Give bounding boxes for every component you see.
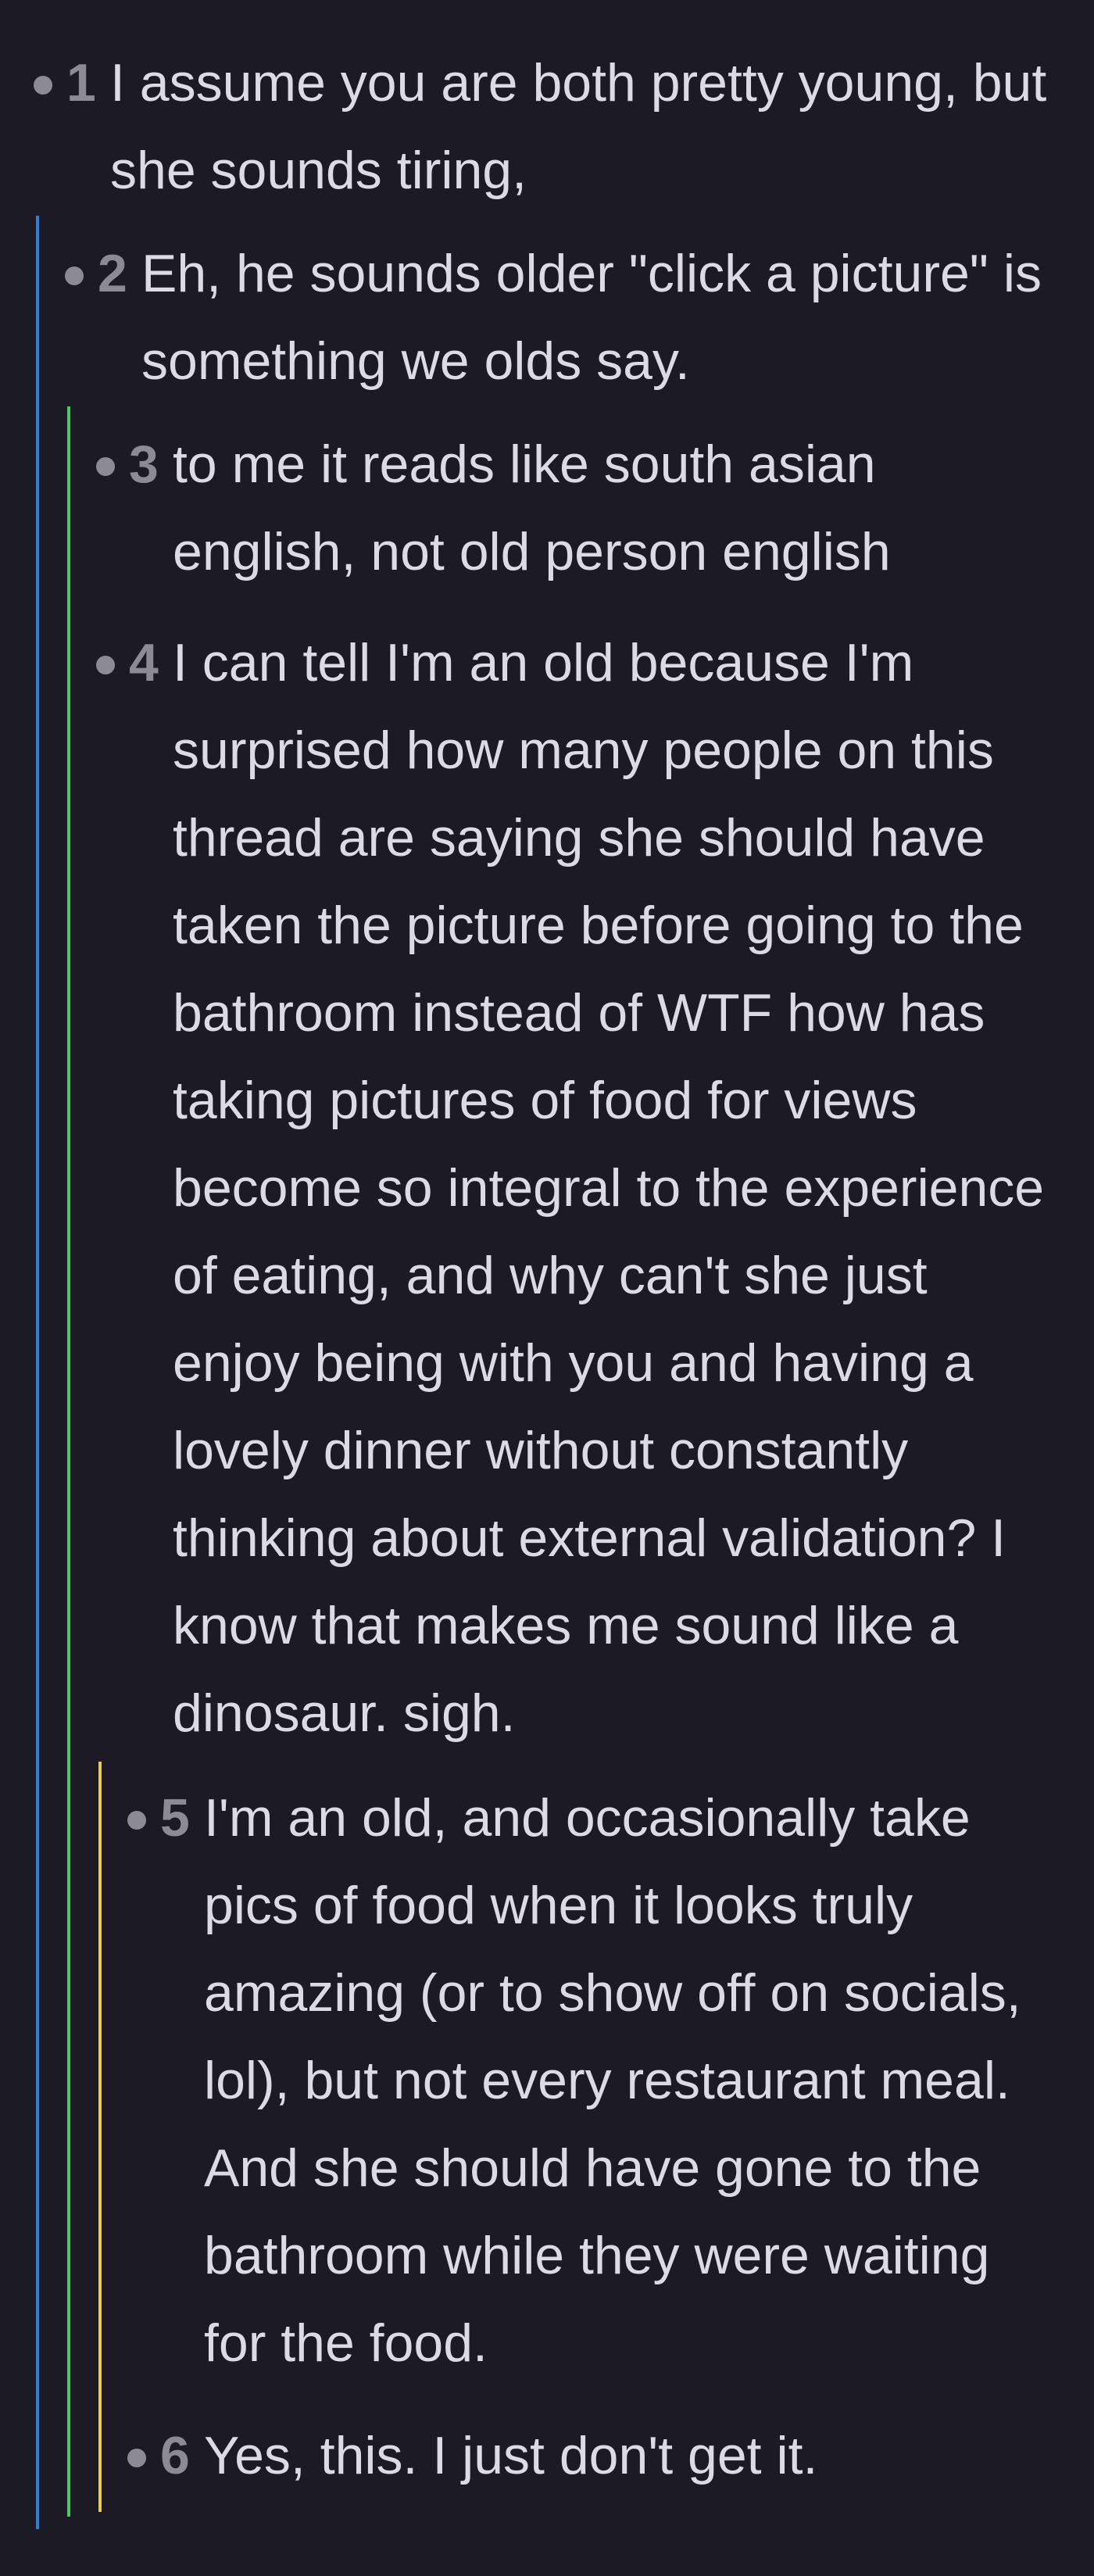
comment-number: 2 (98, 244, 127, 303)
comment-meta: 5 (127, 1774, 204, 1862)
comment-text: I assume you are both pretty young, but … (110, 53, 1047, 200)
comment: 3 to me it reads like south asian englis… (96, 420, 1063, 596)
comment-meta: 1 (34, 39, 110, 127)
thread-line-depth-1 (36, 216, 39, 2529)
comment-text: I'm an old, and occasionally take pics o… (204, 1788, 1021, 2373)
comment-number: 1 (66, 53, 96, 113)
comment-meta: 2 (65, 230, 141, 317)
comment: 6 Yes, this. I just don't get it. (127, 2412, 1063, 2499)
comment: 1 I assume you are both pretty young, bu… (34, 39, 1063, 214)
comment-meta: 4 (96, 619, 173, 707)
comment: 5 I'm an old, and occasionally take pics… (127, 1774, 1063, 2387)
bullet-icon (34, 76, 52, 95)
comment-number: 4 (129, 633, 159, 692)
bullet-icon (127, 1811, 146, 1830)
bullet-icon (96, 457, 115, 476)
bullet-icon (96, 656, 115, 674)
thread-line-depth-2 (67, 406, 70, 2517)
comment-number: 5 (160, 1788, 190, 1848)
comment-meta: 6 (127, 2412, 204, 2499)
comment-number: 3 (129, 435, 159, 494)
comment-number: 6 (160, 2426, 190, 2485)
comment-text: I can tell I'm an old because I'm surpri… (173, 633, 1045, 1743)
comment: 4 I can tell I'm an old because I'm surp… (96, 619, 1063, 1757)
comment-text: Eh, he sounds older "click a picture" is… (141, 244, 1042, 391)
comment-meta: 3 (96, 420, 173, 508)
comment: 2 Eh, he sounds older "click a picture" … (65, 230, 1063, 405)
comment-text: to me it reads like south asian english,… (173, 435, 891, 581)
bullet-icon (65, 267, 84, 285)
comment-text: Yes, this. I just don't get it. (204, 2426, 818, 2485)
bullet-icon (127, 2449, 146, 2467)
thread-line-depth-3 (98, 1762, 102, 2512)
